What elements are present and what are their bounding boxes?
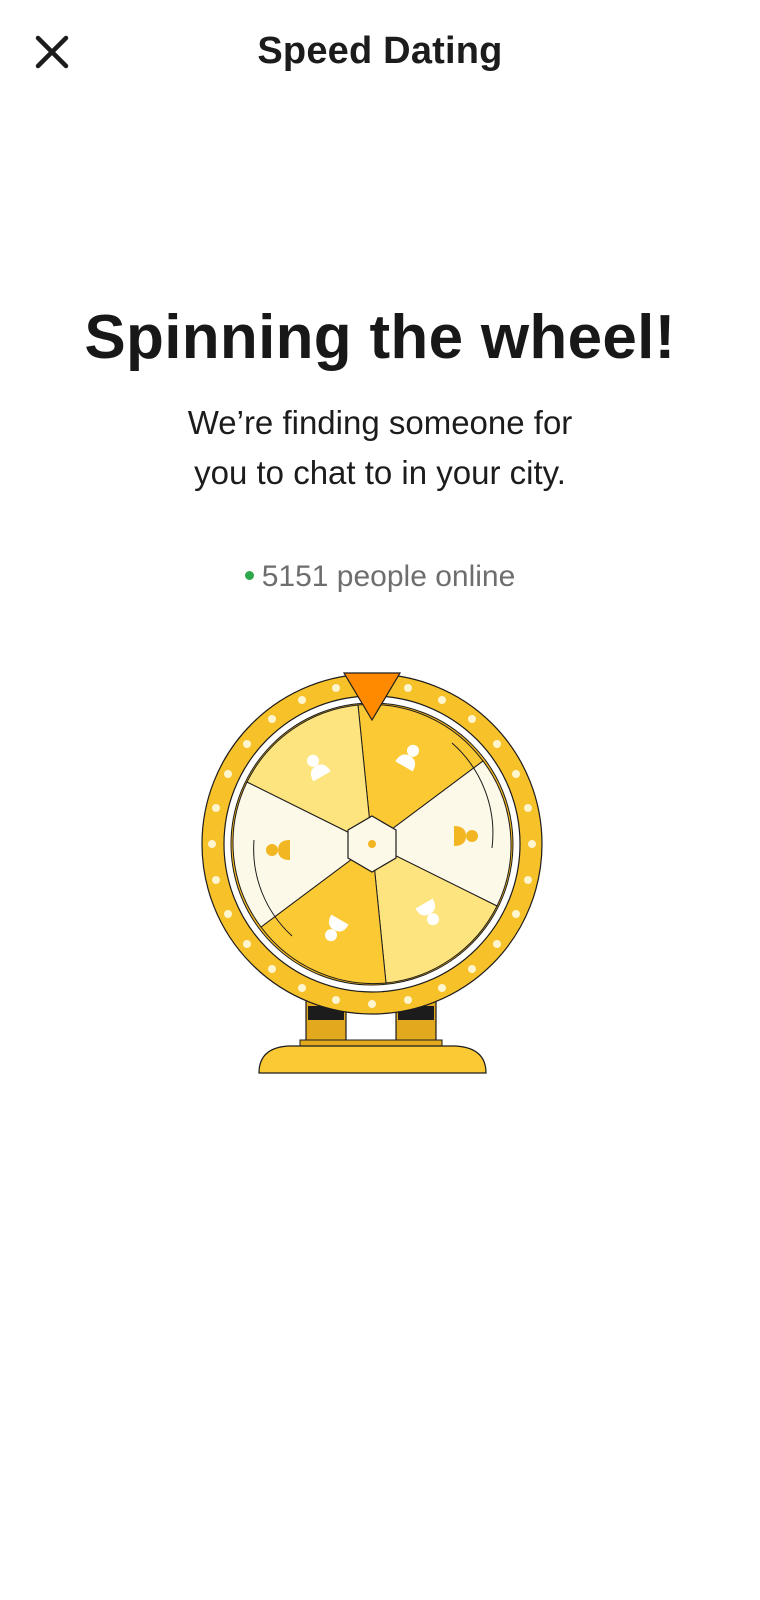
prize-wheel-illustration [196,668,556,1083]
subtitle-line-1: We’re finding someone for [187,404,573,441]
online-label: people online [336,560,516,593]
online-status: 5151 people online [0,560,760,594]
subtitle-line-2: you to chat to in your city. [194,454,566,491]
headline: Spinning the wheel! [84,303,676,372]
online-indicator-icon [244,570,254,580]
online-count: 5151 [261,560,329,593]
subtitle: We’re finding someone for you to chat to… [0,398,760,498]
header-bar: Speed Dating [0,0,760,106]
page-title: Speed Dating [257,30,503,72]
wheel-svg [201,672,543,1074]
